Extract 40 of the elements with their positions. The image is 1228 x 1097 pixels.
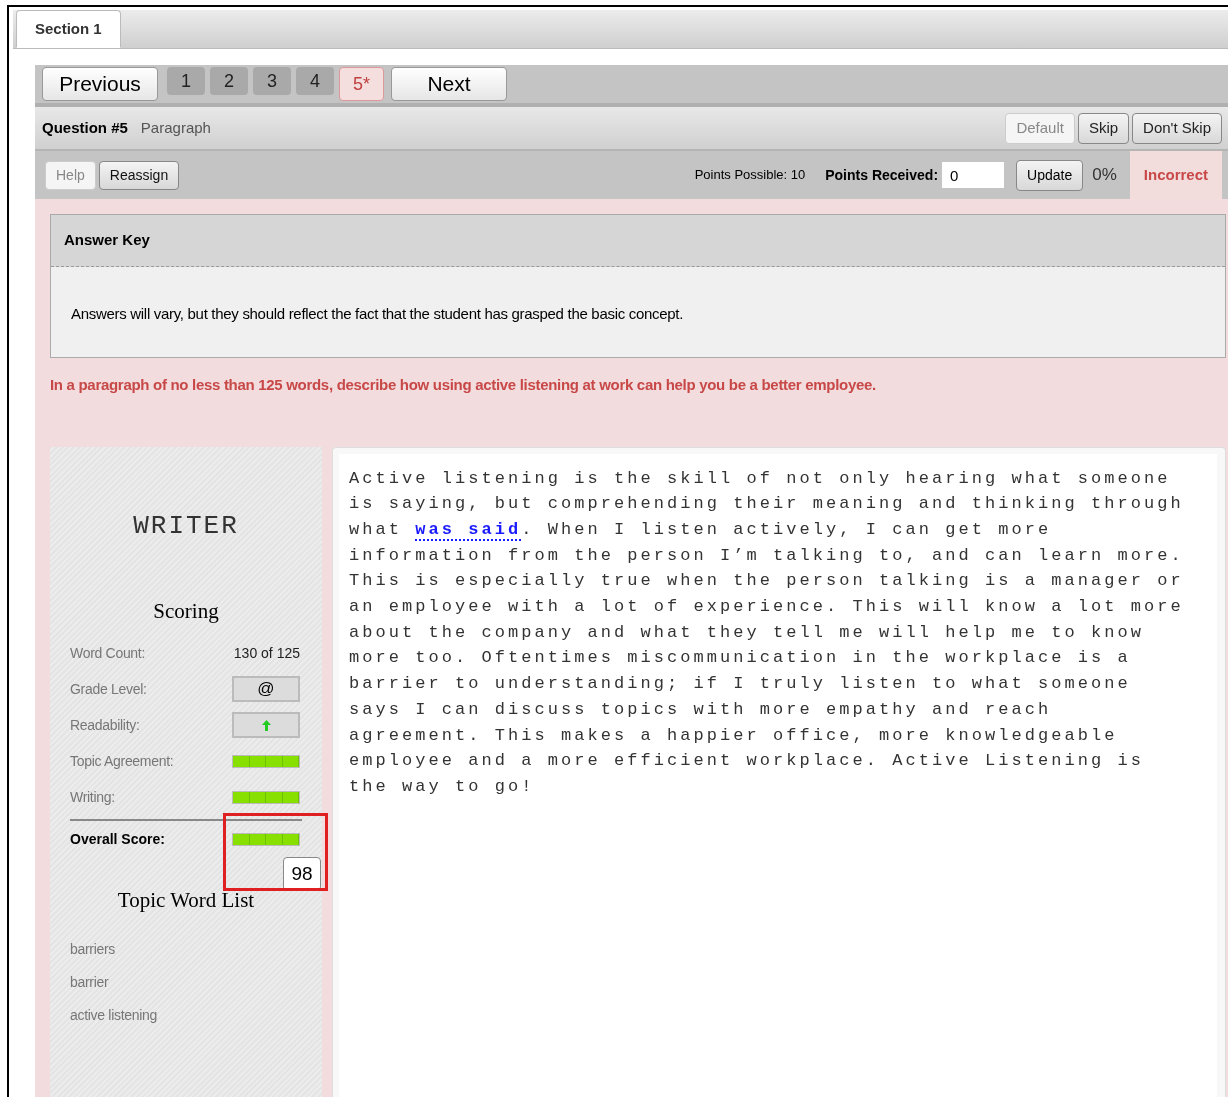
overall-score-label: Overall Score: [70, 829, 165, 849]
status-label: Incorrect [1129, 151, 1222, 199]
points-possible: Points Possible: 10 [694, 166, 806, 185]
previous-button[interactable]: Previous [42, 67, 158, 101]
essay-text: Active listening is the skill of not only hearing what someone is saying, but comprehending their meaning and thinking through what was said. When I listen actively, I can get more information from the person I’m talking to, and can learn more. This is especially true when the person talking is a manager or an employee with a lot of experience. This will know a lot more about the company and what they tell me will help me to know more too. Oftentimes miscommunication in the workplace is a barrier to understanding; if I truly listen to what someone says I can discuss topics with more empathy and reach agreement. This makes a happier office, more knowledgeable employee and a more efficient workplace. Active Listening is the way to go! [349, 467, 1185, 798]
section-tab[interactable]: Section 1 [16, 10, 121, 48]
skip-option-button[interactable]: Skip [1077, 112, 1130, 144]
answer-key-title: Answer Key [64, 230, 150, 251]
skip-option-button[interactable]: Don't Skip [1132, 112, 1222, 144]
percent-score: 0% [1092, 164, 1117, 187]
metric-label: Grade Level: [70, 679, 147, 699]
update-button[interactable]: Update [1016, 159, 1084, 191]
topic-word: barriers [70, 939, 117, 959]
score-badge: 98 [283, 857, 321, 891]
page-number-button[interactable]: 4 [296, 67, 334, 95]
metric-label: Topic Agreement: [70, 751, 174, 771]
grade-level-badge: @ [232, 676, 300, 702]
next-button[interactable]: Next [391, 67, 507, 101]
page-number-button[interactable]: 3 [253, 67, 291, 95]
metric-value: 130 of 125 [233, 643, 300, 663]
topic-word-list-title: Topic Word List [117, 887, 255, 914]
page-number-button[interactable]: 5* [339, 67, 384, 101]
flagged-phrase[interactable]: was said [415, 519, 522, 541]
topic-word: barrier [70, 972, 110, 992]
writer-title: WRITER [133, 509, 239, 543]
metric-label: Writing: [70, 787, 115, 807]
up-arrow-icon [261, 719, 271, 731]
metric-label: Readability: [70, 715, 140, 735]
toolbar-button[interactable]: Reassign [98, 160, 180, 190]
topic-word: active listening [70, 1005, 159, 1025]
points-received-label: Points Received: [825, 165, 939, 185]
answer-key-text: Answers will vary, but they should reflect the fact that the student has grasped the basic concept. [71, 304, 685, 324]
scoring-title: Scoring [153, 597, 219, 625]
question-type: Paragraph [140, 117, 211, 138]
page-number-button[interactable]: 1 [167, 67, 205, 95]
question-prompt: In a paragraph of no less than 125 words, describe how using active listening at work can help you be a better employee. [50, 375, 877, 395]
points-received-field[interactable]: 0 [942, 162, 1005, 188]
question-number: Question #5 [42, 117, 128, 138]
metric-label: Word Count: [70, 643, 146, 663]
page-number-button[interactable]: 2 [210, 67, 248, 95]
